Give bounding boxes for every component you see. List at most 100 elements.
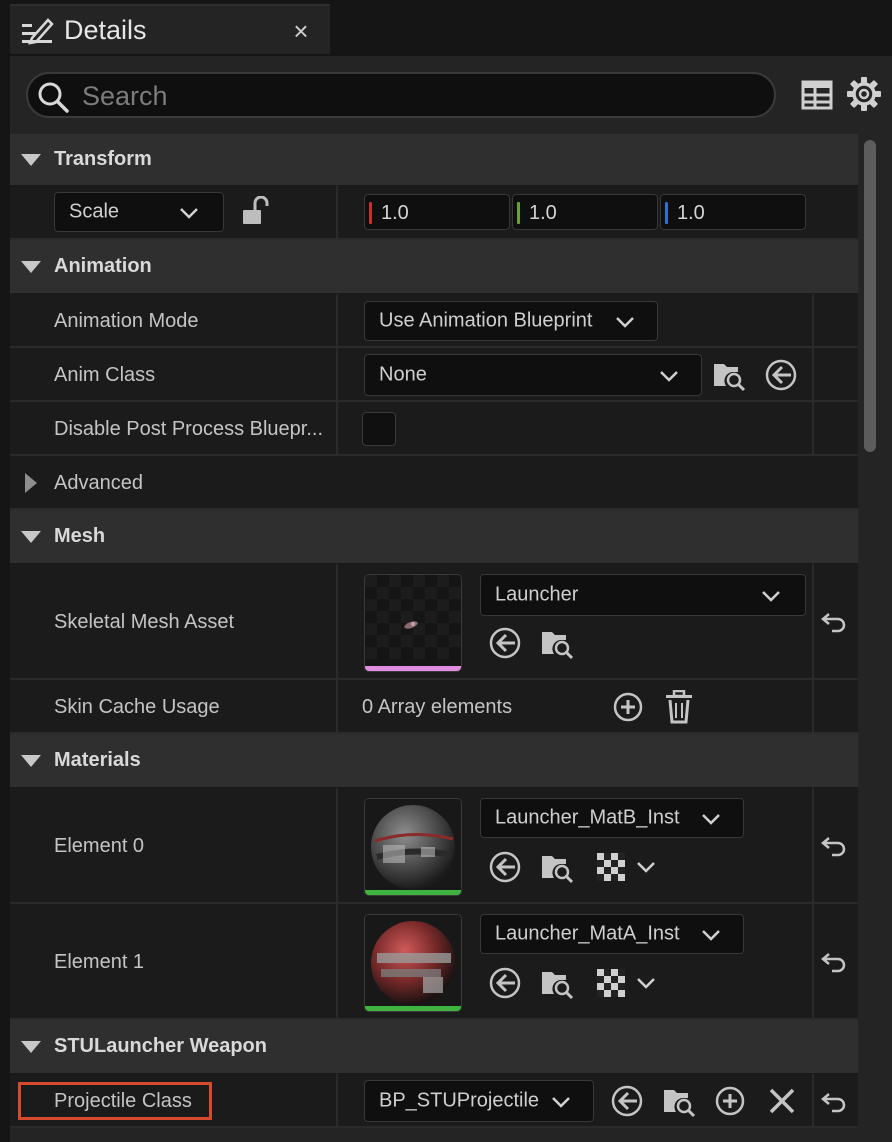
chevron-down-icon — [702, 814, 720, 825]
collapse-arrow-icon — [21, 1041, 41, 1053]
scale-combo-label: Scale — [69, 200, 120, 223]
column-divider — [336, 904, 338, 1018]
category-label: Transform — [54, 148, 152, 170]
material-combo[interactable]: Launcher_MatB_Inst — [480, 798, 744, 838]
advanced-row[interactable]: Advanced — [10, 456, 858, 510]
add-element-icon[interactable] — [612, 691, 644, 723]
use-selected-icon[interactable] — [764, 358, 798, 392]
scale-y-field[interactable]: 1.0 — [512, 194, 658, 230]
material-combo[interactable]: Launcher_MatA_Inst — [480, 914, 744, 954]
column-divider — [812, 348, 814, 400]
expand-arrow-icon — [25, 473, 37, 493]
disable-post-process-label: Disable Post Process Bluepr... — [54, 418, 324, 440]
column-divider — [812, 294, 814, 346]
column-divider — [336, 788, 338, 902]
use-selected-icon[interactable] — [488, 966, 522, 1000]
projectile-class-value: BP_STUProjectile — [379, 1089, 540, 1112]
projectile-class-combo[interactable]: BP_STUProjectile — [364, 1080, 594, 1122]
disable-post-process-row: Disable Post Process Bluepr... — [10, 402, 858, 456]
details-tab[interactable]: Details × — [10, 4, 330, 54]
column-divider — [336, 348, 338, 400]
anim-class-value: None — [379, 363, 427, 386]
details-panel: Transform Scale 1.0 1.0 1.0 — [10, 56, 892, 1142]
close-icon[interactable]: × — [284, 14, 318, 48]
anim-class-label: Anim Class — [54, 364, 156, 386]
collapse-arrow-icon — [21, 154, 41, 166]
column-divider — [812, 402, 814, 454]
scale-combo[interactable]: Scale — [54, 192, 224, 232]
asset-type-stripe — [365, 890, 461, 895]
animation-mode-label: Animation Mode — [54, 310, 199, 332]
skeletal-mesh-row: Skeletal Mesh Asset Launcher — [10, 564, 858, 680]
chevron-down-icon — [180, 208, 198, 219]
material-element-row: Element 0 Launcher_MatB_Inst — [10, 788, 858, 904]
reset-to-default-icon[interactable] — [820, 832, 848, 860]
use-selected-icon[interactable] — [488, 850, 522, 884]
category-transform[interactable]: Transform — [10, 134, 858, 186]
use-selected-icon[interactable] — [488, 626, 522, 660]
add-icon[interactable] — [714, 1085, 746, 1117]
scrollbar[interactable] — [864, 140, 876, 452]
column-divider — [812, 564, 814, 678]
reset-to-default-icon[interactable] — [820, 608, 848, 636]
chevron-down-icon — [616, 317, 634, 328]
material-thumbnail[interactable] — [364, 914, 462, 1012]
checker-texture-icon[interactable] — [596, 968, 626, 998]
skin-cache-row: Skin Cache Usage 0 Array elements — [10, 680, 858, 734]
asset-type-stripe — [365, 666, 461, 671]
column-divider — [812, 680, 814, 732]
category-mesh[interactable]: Mesh — [10, 510, 858, 564]
chevron-down-icon[interactable] — [636, 860, 656, 874]
browse-folder-icon[interactable] — [540, 966, 574, 1000]
chevron-down-icon — [762, 591, 780, 602]
browse-folder-icon[interactable] — [540, 850, 574, 884]
unlock-icon[interactable] — [240, 196, 270, 226]
browse-folder-icon[interactable] — [712, 358, 746, 392]
category-label: Animation — [54, 255, 152, 277]
checker-texture-icon[interactable] — [596, 852, 626, 882]
table-view-icon[interactable] — [800, 78, 834, 112]
element-label: Element 1 — [54, 951, 145, 973]
column-divider — [336, 1074, 338, 1126]
anim-class-row: Anim Class None — [10, 348, 858, 402]
category-animation[interactable]: Animation — [10, 240, 858, 294]
use-selected-icon[interactable] — [610, 1084, 644, 1118]
disable-post-process-checkbox[interactable] — [362, 412, 396, 446]
chevron-down-icon — [702, 930, 720, 941]
skeletal-mesh-combo[interactable]: Launcher — [480, 574, 806, 616]
column-divider — [336, 186, 338, 238]
advanced-label: Advanced — [54, 472, 143, 494]
edit-icon — [22, 18, 54, 45]
scale-row: Scale 1.0 1.0 1.0 — [10, 186, 858, 240]
browse-folder-icon[interactable] — [540, 626, 574, 660]
category-stulauncher-weapon[interactable]: STULauncher Weapon — [10, 1020, 858, 1074]
column-divider — [812, 904, 814, 1018]
reset-to-default-icon[interactable] — [820, 1088, 848, 1116]
search-box[interactable] — [26, 72, 776, 118]
animation-mode-combo[interactable]: Use Animation Blueprint — [364, 301, 658, 341]
anim-class-combo[interactable]: None — [364, 354, 702, 396]
column-divider — [336, 564, 338, 678]
projectile-class-row: Projectile Class BP_STUProjectile — [10, 1074, 858, 1128]
search-input[interactable] — [82, 78, 762, 114]
skeletal-mesh-label: Skeletal Mesh Asset — [54, 611, 235, 633]
material-element-row: Element 1 Launcher_MatA_Inst — [10, 904, 858, 1020]
material-thumbnail[interactable] — [364, 798, 462, 896]
x-axis-marker — [369, 202, 372, 224]
category-label: Materials — [54, 749, 141, 771]
projectile-class-label: Projectile Class — [54, 1090, 192, 1112]
reset-to-default-icon[interactable] — [820, 948, 848, 976]
category-materials[interactable]: Materials — [10, 734, 858, 788]
scale-z-field[interactable]: 1.0 — [660, 194, 806, 230]
clear-icon[interactable] — [768, 1087, 796, 1115]
browse-folder-icon[interactable] — [662, 1084, 696, 1118]
mesh-thumbnail[interactable] — [364, 574, 462, 672]
element-label: Element 0 — [54, 835, 145, 857]
chevron-down-icon[interactable] — [636, 976, 656, 990]
trash-icon[interactable] — [664, 690, 694, 724]
scale-x-field[interactable]: 1.0 — [364, 194, 510, 230]
y-axis-marker — [517, 202, 520, 224]
z-axis-marker — [665, 202, 668, 224]
skin-cache-label: Skin Cache Usage — [54, 696, 220, 718]
gear-icon[interactable] — [846, 76, 882, 112]
